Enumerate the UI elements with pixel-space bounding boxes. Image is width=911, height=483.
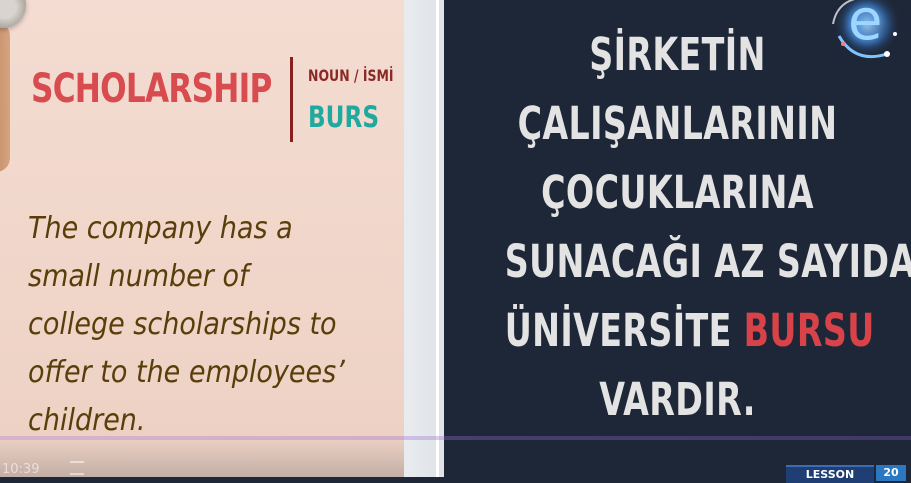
panel-separator-line: [436, 0, 439, 477]
turkish-line: ÇALIŞANLARININ: [517, 97, 838, 150]
vocab-translation: BURS: [308, 100, 380, 134]
menu-icon[interactable]: [70, 461, 84, 475]
logo-letter: e: [848, 0, 883, 53]
turkish-line: ÇOCUKLARINA: [541, 166, 814, 219]
example-sentence: The company has a small number of colleg…: [28, 205, 370, 445]
example-line: college scholarships to: [28, 307, 337, 342]
part-of-speech: NOUN / İSMİ: [308, 66, 394, 85]
turkish-line: SUNACAĞI AZ SAYIDA: [504, 235, 911, 288]
vocab-word: SCHOLARSHIP: [31, 66, 272, 112]
decorative-object: [0, 0, 26, 28]
example-line: The company has a: [28, 211, 293, 246]
vocab-divider: [290, 57, 293, 142]
player-progress-bar[interactable]: [0, 436, 911, 440]
turkish-line: ŞİRKETİN: [589, 28, 766, 81]
example-line: small number of: [28, 259, 249, 294]
player-overlay: [0, 437, 404, 477]
left-panel: SCHOLARSHIP NOUN / İSMİ BURS The company…: [0, 0, 404, 477]
turkish-line-5: ÜNİVERSİTE BURSU: [504, 296, 875, 365]
example-line: offer to the employees’: [28, 355, 345, 390]
turkish-translation: ŞİRKETİN ÇALIŞANLARININ ÇOCUKLARINA SUNA…: [444, 20, 911, 434]
lesson-badge: LESSON: [786, 465, 874, 483]
turkish-prefix: ÜNİVERSİTE: [504, 304, 744, 357]
player-time: 10:39: [2, 462, 40, 477]
decorative-strap: [0, 22, 10, 172]
turkish-highlight: BURSU: [743, 304, 875, 357]
lesson-number: 20: [876, 465, 906, 481]
turkish-line: VARDIR.: [599, 373, 756, 426]
